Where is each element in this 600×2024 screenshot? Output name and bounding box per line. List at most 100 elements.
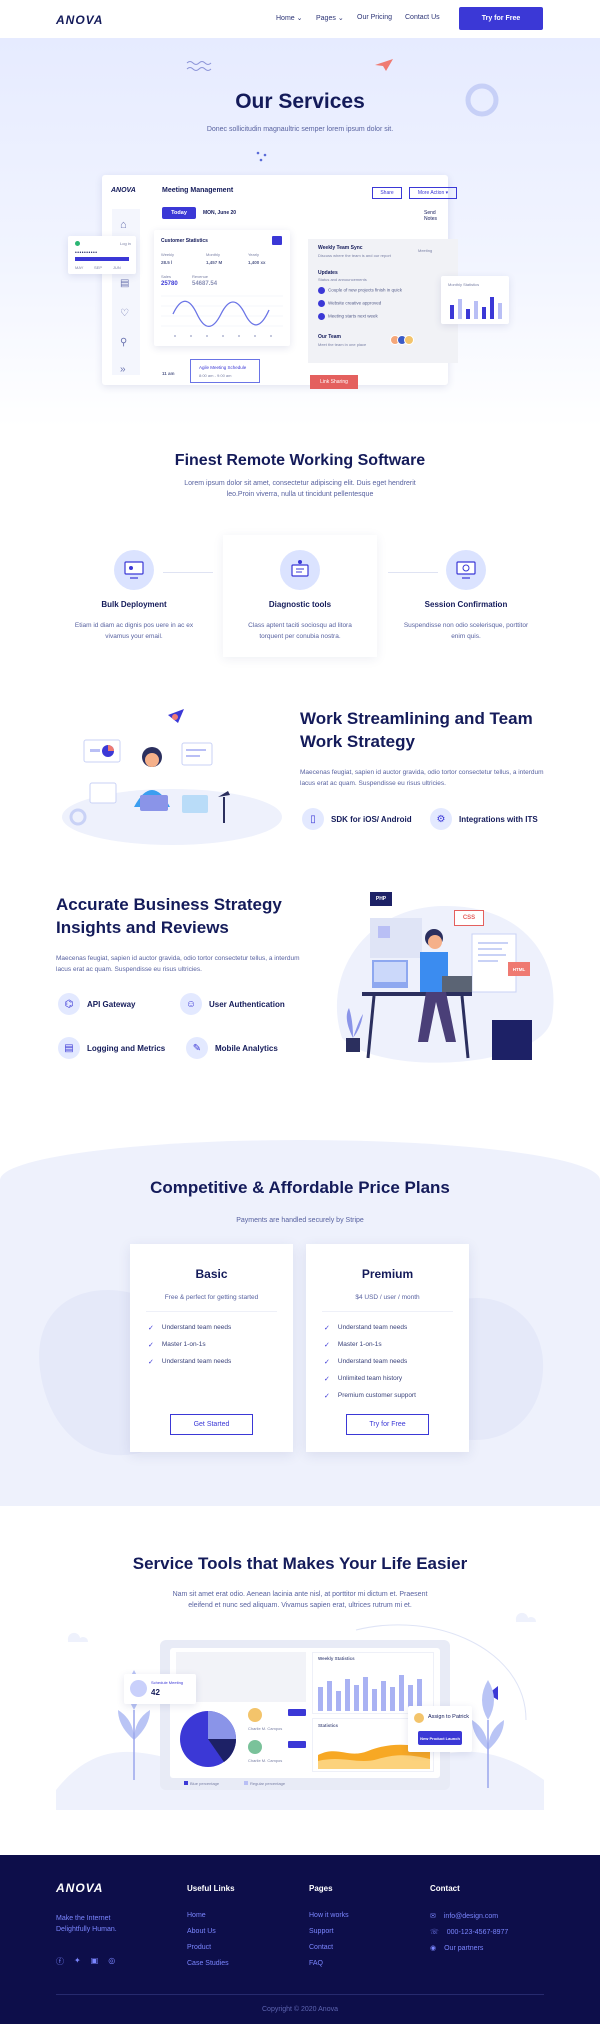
monthly-statistics-card: Monthly Statistics — [441, 276, 509, 324]
agile-meeting-event[interactable]: Agile Meeting Schedule 8:00 am - 9:00 am — [190, 359, 260, 383]
remote-title: Finest Remote Working Software — [174, 452, 426, 469]
today-button[interactable]: Today — [162, 207, 196, 219]
footer-link-about[interactable]: About Us — [187, 1928, 229, 1944]
footer-link-case-studies[interactable]: Case Studies — [187, 1960, 229, 1976]
calendar-icon[interactable]: ▤ — [120, 278, 129, 289]
nav-home[interactable]: Home ⌄ — [276, 14, 303, 22]
facebook-icon[interactable]: ⓕ — [56, 1956, 64, 1967]
avatar — [248, 1740, 262, 1754]
feature-integrations-label: Integrations with ITS — [459, 814, 538, 824]
contact-email[interactable]: ✉ info@design.com — [430, 1912, 508, 1928]
weekly-panel: Weekly Team Sync Discuss where the team … — [308, 239, 458, 363]
hero-section: Our Services Donec sollicitudin magnault… — [0, 38, 600, 428]
update-item: Couple of new projects finish in quick — [318, 287, 402, 294]
linkedin-icon[interactable]: ▣ — [91, 1956, 99, 1967]
nav-pages[interactable]: Pages ⌄ — [316, 14, 344, 22]
footer-link-support[interactable]: Support — [309, 1928, 349, 1944]
feature-label: Logging and Metrics — [87, 1043, 166, 1053]
instagram-icon[interactable]: ◎ — [108, 1956, 115, 1967]
feature-text: Suspendisse non odio scelerisque, portti… — [403, 622, 529, 640]
weekly-stats-title: Weekly Statistics — [318, 1656, 355, 1661]
tools-illustration: Weekly Statistics Charlie M. Campos Char… — [56, 1610, 544, 1810]
footer-link-faq[interactable]: FAQ — [309, 1960, 349, 1976]
avatar — [414, 1713, 424, 1723]
try-free-button[interactable]: Try for Free — [459, 7, 543, 30]
footer-link-how-it-works[interactable]: How it works — [309, 1912, 349, 1928]
footer-link-product[interactable]: Product — [187, 1944, 229, 1960]
person-name: Charlie M. Campos — [248, 1758, 283, 1763]
plan-feature: ✓ Premium customer support — [324, 1387, 416, 1404]
search-icon[interactable]: ⚲ — [120, 337, 127, 348]
update-item: Meeting starts next week — [318, 313, 378, 320]
get-started-button[interactable]: Get Started — [170, 1414, 253, 1435]
plan-feature-text: Understand team needs — [337, 1358, 408, 1365]
device-screen: Weekly Statistics Charlie M. Campos Char… — [170, 1648, 440, 1778]
plan-price: Free & perfect for getting started — [164, 1294, 259, 1301]
new-product-launch-button[interactable]: New Product Launch — [418, 1731, 462, 1745]
stats-menu-icon[interactable] — [272, 236, 282, 245]
feature-bulk-deployment — [90, 550, 178, 590]
dashboard-date: MON, June 20 — [203, 210, 237, 216]
thumbs-up-icon[interactable]: ♡ — [120, 308, 129, 319]
plan-feature-text: Understand team needs — [337, 1324, 408, 1331]
pricing-subtitle: Payments are handled securely by Stripe — [236, 1217, 364, 1224]
stats-title: Customer Statistics — [161, 238, 208, 244]
send-notes-link[interactable]: Send Notes — [424, 210, 448, 222]
chevron-down-icon: ⌄ — [337, 15, 344, 22]
feature-title: Session Confirmation — [424, 600, 508, 609]
site-header: ANOVA Home ⌄ Pages ⌄ Our Pricing Contact… — [0, 0, 600, 38]
nav-pricing[interactable]: Our Pricing — [357, 14, 392, 21]
link-sharing-button[interactable]: Link Sharing — [310, 375, 358, 389]
plan-feature-text: Master 1-on-1s — [337, 1341, 382, 1348]
check-icon: ✓ — [148, 1358, 154, 1366]
mail-icon: ✉ — [430, 1913, 436, 1920]
twitter-icon[interactable]: ✦ — [74, 1956, 81, 1967]
updates-sub: Status and announcements — [318, 277, 367, 282]
divider-line — [146, 1311, 277, 1312]
nav-contact[interactable]: Contact Us — [405, 14, 440, 21]
update-item: Website creative approved — [318, 300, 381, 307]
status-dot — [75, 241, 80, 246]
deploy-icon — [114, 550, 154, 590]
stats-col-label: Monthly — [206, 252, 221, 257]
check-icon: ✓ — [324, 1341, 330, 1349]
plan-feature: ✓ Unlimited team history — [324, 1370, 416, 1387]
plan-feature-list: ✓ Understand team needs ✓ Master 1-on-1s ✓… — [324, 1319, 416, 1404]
divider-line — [322, 1311, 453, 1312]
tools-title: Service Tools that Makes Your Life Easie… — [132, 1554, 468, 1573]
plan-feature-text: Premium customer support — [337, 1392, 416, 1399]
person-name: Charlie M. Campos — [248, 1726, 283, 1731]
contact-phone[interactable]: ☏ 000-123-4567-8977 — [430, 1928, 508, 1944]
hero-title: Our Services — [235, 90, 365, 113]
weekly-bars — [318, 1675, 422, 1711]
plan-feature-list: ✓ Understand team needs ✓ Master 1-on-1s ✓… — [148, 1319, 231, 1370]
footer-logo[interactable]: ANOVA — [56, 1881, 103, 1895]
try-for-free-button[interactable]: Try for Free — [346, 1414, 429, 1435]
more-action-button[interactable]: More Action ▾ — [409, 187, 457, 199]
weekly-sync-title: Weekly Team Sync — [318, 245, 363, 251]
contact-partners[interactable]: ◉ Our partners — [430, 1944, 508, 1960]
logo[interactable]: ANOVA — [56, 13, 103, 27]
calendar-icon — [130, 1680, 147, 1697]
mini-row: MAY — [75, 265, 84, 270]
badge — [288, 1709, 306, 1716]
sales-label: Sales — [161, 274, 172, 279]
home-icon[interactable]: ⌂ — [120, 219, 127, 231]
useful-links-list: Home About Us Product Case Studies — [187, 1912, 229, 1976]
pie-chart — [180, 1711, 236, 1767]
check-icon: ✓ — [148, 1341, 154, 1349]
footer-link-home[interactable]: Home — [187, 1912, 229, 1928]
update-item-text: Website creative approved — [328, 300, 382, 306]
developer-illustration: PHP CSS HTML — [322, 888, 562, 1078]
phone-icon: ☏ — [430, 1929, 439, 1936]
pricing-title: Competitive & Affordable Price Plans — [150, 1178, 450, 1197]
double-chevron-icon[interactable]: » — [120, 364, 126, 375]
useful-links-title: Useful Links — [187, 1884, 235, 1893]
share-button[interactable]: Share — [372, 187, 402, 199]
update-item-text: Meeting starts next week — [328, 313, 378, 319]
plan-feature-text: Understand team needs — [161, 1324, 232, 1331]
plan-feature: ✓ Understand team needs — [148, 1319, 231, 1336]
check-icon: ✓ — [324, 1358, 330, 1366]
footer-link-contact[interactable]: Contact — [309, 1944, 349, 1960]
plan-name: Basic — [195, 1267, 228, 1281]
